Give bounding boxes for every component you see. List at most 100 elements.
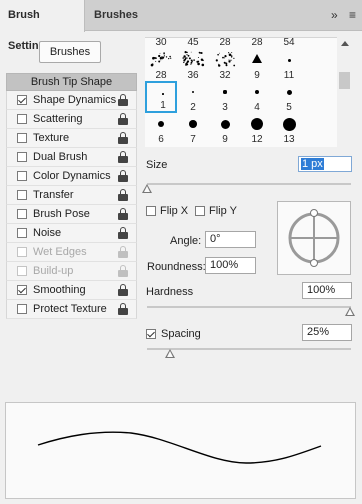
brushes-button[interactable]: Brushes [39,41,101,63]
size-label: Size [146,159,168,171]
brush-preset[interactable]: 32 [209,49,241,81]
lock-icon[interactable] [118,265,128,277]
build-up-checkbox[interactable] [17,266,27,276]
angle-label: Angle: [170,235,202,247]
presets-scroll-thumb[interactable] [339,72,350,89]
size-input[interactable]: 1 px [298,156,352,172]
size-slider-track[interactable] [147,183,351,185]
option-shape-dynamics[interactable]: Shape Dynamics [6,91,137,110]
hardness-slider-track[interactable] [147,306,351,308]
texture-checkbox[interactable] [17,133,27,143]
color-dynamics-label: Color Dynamics [33,170,111,182]
flip-x-checkbox[interactable] [146,206,156,216]
hardness-slider-thumb[interactable] [345,307,355,316]
brush-preset[interactable]: 3 [209,81,241,113]
noise-checkbox[interactable] [17,228,27,238]
lock-icon[interactable] [118,151,128,163]
hardness-input[interactable]: 100% [302,282,352,299]
panel-tab-bar: Brush Settings Brushes » ≡ [0,0,362,52]
brush-tip-icon [282,117,296,131]
spacing-slider-track[interactable] [147,348,351,350]
option-dual-brush[interactable]: Dual Brush [6,148,137,167]
hardness-label: Hardness [146,286,194,298]
noise-label: Noise [33,227,62,239]
brush-tip-icon [252,54,262,63]
brush-preset[interactable]: 36 [177,49,209,81]
brush-preset[interactable]: 28 [241,38,273,48]
brush-preset[interactable]: 1 [145,81,177,113]
presets-scrollbar[interactable] [338,37,350,147]
brush-preset[interactable]: 9 [241,49,273,81]
brush-preset[interactable]: 13 [273,113,305,145]
smoothing-checkbox[interactable] [17,285,27,295]
angle-roundness-widget[interactable] [277,201,351,275]
transfer-checkbox[interactable] [17,190,27,200]
lock-icon[interactable] [118,227,128,239]
brush-preset[interactable]: 45 [177,37,209,48]
brush-preset[interactable]: 28 [145,49,177,81]
wet-edges-checkbox[interactable] [17,247,27,257]
lock-icon[interactable] [118,189,128,201]
option-smoothing[interactable]: Smoothing [6,281,137,300]
flip-y-checkbox[interactable] [195,206,205,216]
brush-tip-icon [287,58,291,62]
brush-tip-icon [150,52,172,67]
brush-tip-shape-item[interactable]: Brush Tip Shape [6,73,137,91]
lock-icon[interactable] [118,246,128,258]
option-build-up[interactable]: Build-up [6,262,137,281]
dual-brush-checkbox[interactable] [17,152,27,162]
brush-preset-size: 28 [219,37,231,48]
option-color-dynamics[interactable]: Color Dynamics [6,167,137,186]
roundness-input[interactable]: 100% [205,257,256,274]
brush-tip-icon [191,90,195,94]
spacing-checkbox[interactable] [146,329,156,339]
brush-preset-size: 45 [187,37,199,48]
brush-preset-size: 2 [190,102,196,113]
lock-icon[interactable] [118,94,128,106]
expand-icon[interactable]: » [331,8,338,22]
lock-icon[interactable] [118,208,128,220]
brush-options-list: Brush Tip Shape Shape Dynamics Scattering… [6,73,137,319]
lock-icon[interactable] [118,170,128,182]
brush-tip-icon [162,93,164,95]
lock-icon[interactable] [118,113,128,125]
brush-pose-checkbox[interactable] [17,209,27,219]
brush-preset[interactable]: 2 [177,81,209,113]
brush-preset[interactable]: 12 [241,113,273,145]
brush-preset[interactable]: 9 [209,113,241,145]
option-texture[interactable]: Texture [6,129,137,148]
brush-preset-size: 5 [286,102,292,113]
brush-preset[interactable]: 30 [145,38,177,48]
panel-menu-icon[interactable]: ≡ [349,8,356,22]
brush-preset[interactable]: 5 [273,81,305,113]
brush-preset[interactable]: 54 [273,38,305,48]
option-scattering[interactable]: Scattering [6,110,137,129]
brush-tip-icon [286,89,292,95]
flip-y-label: Flip Y [209,205,237,217]
tab-brush-settings[interactable]: Brush Settings [0,0,85,52]
shape-dynamics-checkbox[interactable] [17,95,27,105]
brush-preset[interactable]: 4 [241,81,273,113]
brush-preset[interactable]: 6 [145,113,177,145]
spacing-slider-thumb[interactable] [165,349,175,358]
lock-icon[interactable] [118,303,128,315]
angle-input[interactable]: 0° [205,231,256,248]
option-transfer[interactable]: Transfer [6,186,137,205]
option-wet-edges[interactable]: Wet Edges [6,243,137,262]
brush-preset[interactable]: 11 [273,49,305,81]
scattering-checkbox[interactable] [17,114,27,124]
spacing-input[interactable]: 25% [302,324,352,341]
color-dynamics-checkbox[interactable] [17,171,27,181]
lock-icon[interactable] [118,284,128,296]
protect-texture-checkbox[interactable] [17,304,27,314]
tab-brushes[interactable]: Brushes [86,0,146,31]
brush-preset[interactable]: 28 [209,37,241,48]
option-noise[interactable]: Noise [6,224,137,243]
option-brush-pose[interactable]: Brush Pose [6,205,137,224]
lock-icon[interactable] [118,132,128,144]
size-slider-thumb[interactable] [142,184,152,193]
scroll-up-icon[interactable] [341,41,349,46]
option-protect-texture[interactable]: Protect Texture [6,300,137,319]
brush-tip-icon [251,118,263,130]
brush-preset[interactable]: 7 [177,113,209,145]
